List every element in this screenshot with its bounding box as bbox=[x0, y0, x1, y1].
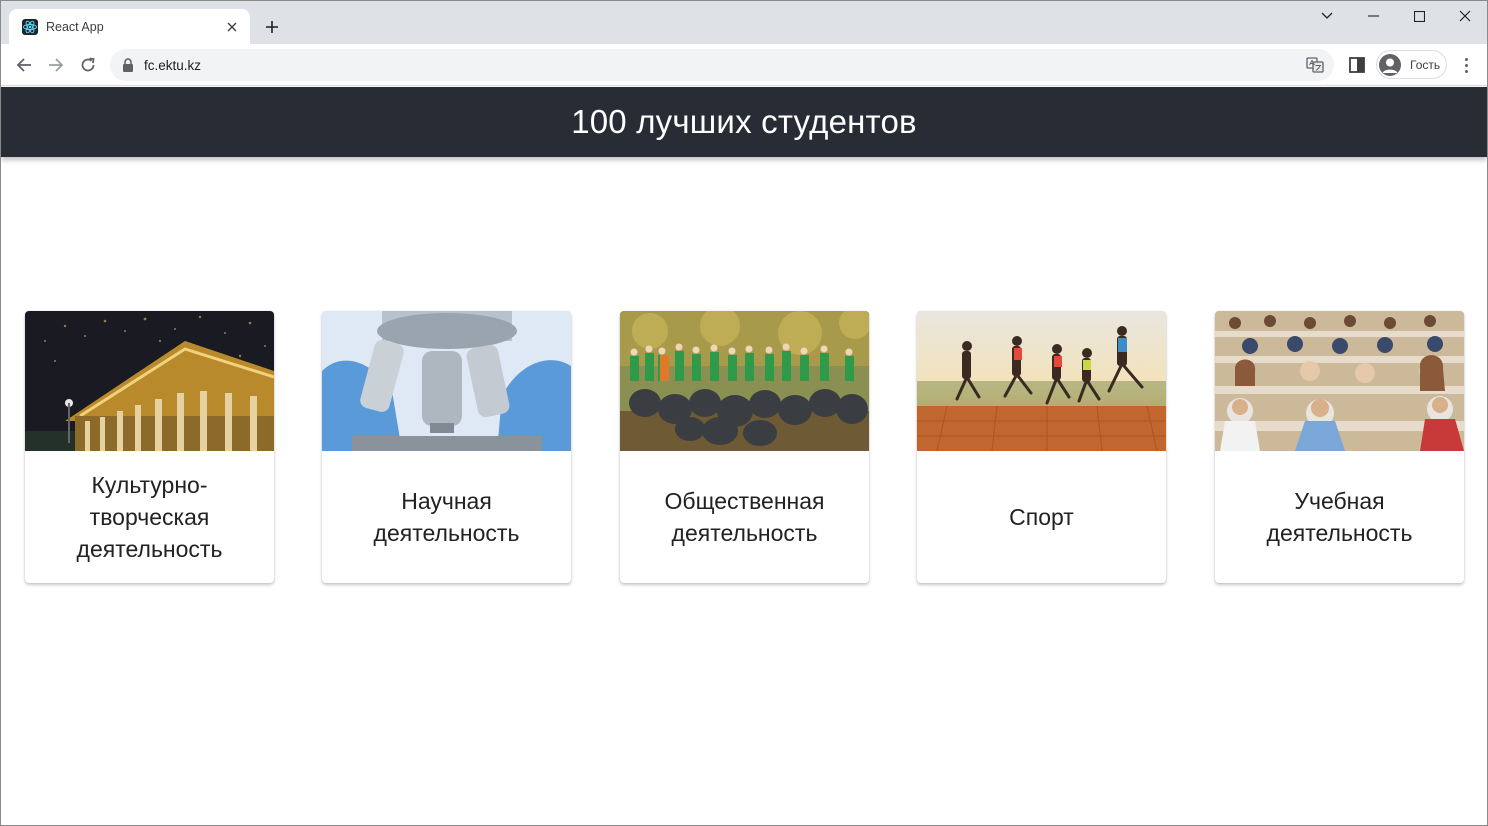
card-label: Культурно-творческая деятельность bbox=[76, 472, 223, 562]
card-body: Научная деятельность bbox=[322, 451, 571, 583]
microscope-gloves-image bbox=[322, 311, 571, 451]
maximize-icon[interactable] bbox=[1396, 1, 1442, 31]
card-label: Научная деятельность bbox=[373, 488, 520, 546]
category-card-science[interactable]: Научная деятельность bbox=[322, 311, 571, 583]
card-label: Спорт bbox=[1009, 504, 1074, 530]
category-card-sport[interactable]: Спорт bbox=[917, 311, 1166, 583]
guest-avatar-icon bbox=[1379, 53, 1401, 76]
profile-label: Гость bbox=[1410, 57, 1441, 72]
browser-toolbar: fc.ektu.kz Гость bbox=[1, 44, 1487, 86]
category-card-study[interactable]: Учебная деятельность bbox=[1215, 311, 1464, 583]
card-body: Спорт bbox=[917, 451, 1166, 583]
back-arrow-icon[interactable] bbox=[11, 52, 37, 78]
browser-window: React App fc.ektu.kz Гость 100 лучших ст… bbox=[0, 0, 1488, 826]
runners-sunset-image bbox=[917, 311, 1166, 451]
tab-close-icon[interactable] bbox=[222, 17, 242, 37]
window-close-icon[interactable] bbox=[1442, 1, 1487, 31]
translate-icon[interactable] bbox=[1306, 56, 1324, 74]
minimize-icon[interactable] bbox=[1350, 1, 1396, 31]
react-favicon-icon bbox=[22, 18, 38, 35]
new-tab-plus-icon[interactable] bbox=[260, 15, 284, 39]
address-bar[interactable]: fc.ektu.kz bbox=[110, 49, 1334, 81]
volunteers-trash-bags-image bbox=[620, 311, 869, 451]
card-label: Общественная деятельность bbox=[664, 488, 825, 546]
category-card-culture[interactable]: Культурно-творческая деятельность bbox=[25, 311, 274, 583]
card-body: Культурно-творческая деятельность bbox=[25, 451, 274, 583]
tab-search-chevron-down-icon[interactable] bbox=[1304, 1, 1350, 31]
tab-title: React App bbox=[46, 19, 104, 34]
tab-strip: React App bbox=[1, 1, 1487, 44]
reload-icon[interactable] bbox=[75, 52, 101, 78]
card-body: Учебная деятельность bbox=[1215, 451, 1464, 583]
card-label: Учебная деятельность bbox=[1266, 488, 1413, 546]
category-cards: Культурно-творческая деятельность Научна… bbox=[25, 311, 1465, 583]
forward-arrow-icon[interactable] bbox=[43, 52, 69, 78]
category-card-social[interactable]: Общественная деятельность bbox=[620, 311, 869, 583]
page-title: 100 лучших студентов bbox=[571, 103, 917, 140]
students-lecture-hall-image bbox=[1215, 311, 1464, 451]
side-panel-icon[interactable] bbox=[1347, 55, 1367, 75]
profile-button[interactable]: Гость bbox=[1376, 50, 1447, 79]
kebab-menu-icon[interactable] bbox=[1456, 54, 1476, 76]
browser-tab[interactable]: React App bbox=[9, 9, 250, 44]
card-body: Общественная деятельность bbox=[620, 451, 869, 583]
lock-icon bbox=[123, 58, 133, 72]
app-header: 100 лучших студентов bbox=[1, 87, 1487, 157]
university-building-fireworks-image bbox=[25, 311, 274, 451]
url-text: fc.ektu.kz bbox=[144, 57, 202, 73]
